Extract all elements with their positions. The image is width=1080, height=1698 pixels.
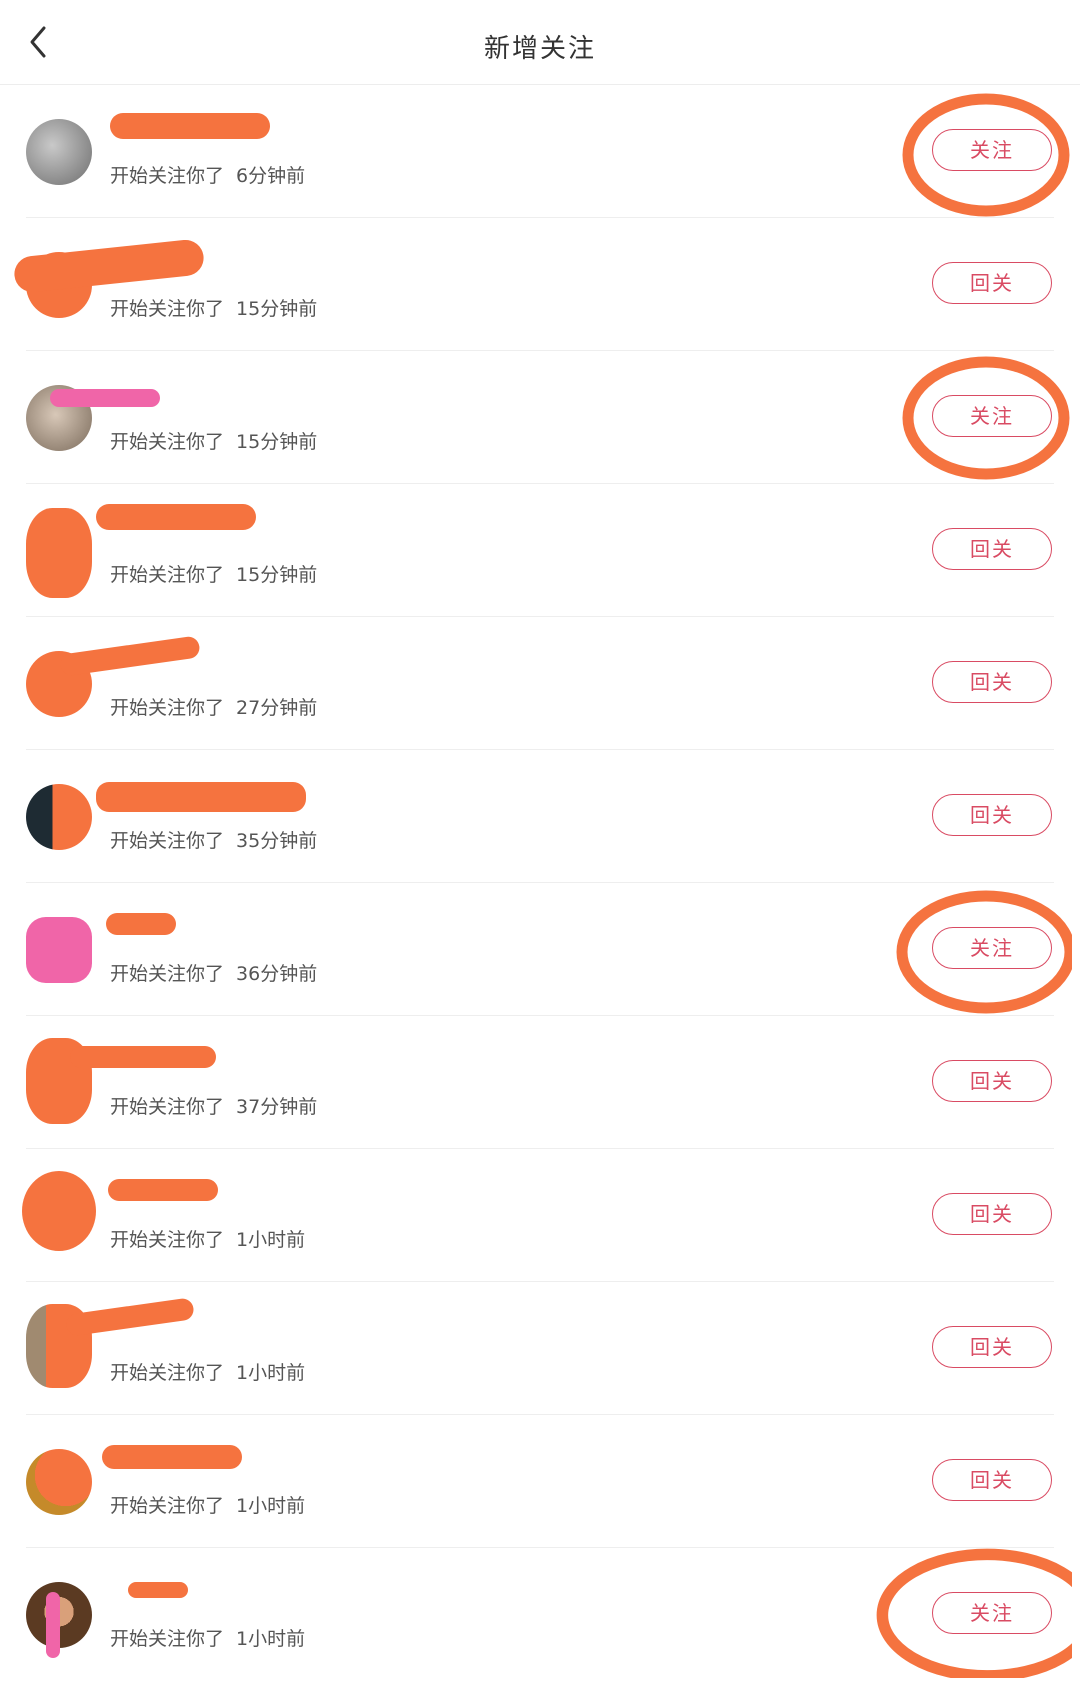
follow-info: 开始关注你了 1小时前: [110, 1225, 305, 1252]
follow-text: 开始关注你了: [110, 1362, 225, 1384]
follow-time: 1小时前: [236, 1362, 306, 1384]
redacted-name: [96, 782, 306, 812]
redacted-name: [102, 1445, 242, 1469]
follow-text: 开始关注你了: [110, 1628, 225, 1650]
avatar[interactable]: [26, 252, 92, 318]
list-item[interactable]: 开始关注你了 36分钟前 关注: [0, 883, 1080, 1016]
follow-info: 开始关注你了 37分钟前: [110, 1092, 317, 1119]
follow-button[interactable]: 关注: [932, 395, 1052, 437]
follower-list: 开始关注你了 6分钟前 关注 开始关注你了 15分钟前 回关 开始关注你了 15分钟前…: [0, 85, 1080, 1681]
follow-time: 1小时前: [236, 1628, 306, 1650]
avatar[interactable]: [26, 1582, 92, 1648]
follow-back-button[interactable]: 回关: [932, 794, 1052, 836]
follow-info: 开始关注你了 1小时前: [110, 1624, 305, 1651]
follow-time: 15分钟前: [236, 298, 318, 320]
avatar[interactable]: [26, 1449, 92, 1515]
follow-time: 36分钟前: [236, 963, 318, 985]
list-item[interactable]: 开始关注你了 1小时前 关注: [0, 1548, 1080, 1681]
redacted-name: [96, 504, 256, 530]
follow-time: 15分钟前: [236, 564, 318, 586]
follow-info: 开始关注你了 6分钟前: [110, 161, 305, 188]
redaction-scribble: [70, 1046, 216, 1068]
follow-time: 37分钟前: [236, 1096, 318, 1118]
follow-time: 6分钟前: [236, 165, 306, 187]
follow-back-button[interactable]: 回关: [932, 661, 1052, 703]
follow-text: 开始关注你了: [110, 963, 225, 985]
follow-back-button[interactable]: 回关: [932, 528, 1052, 570]
follow-text: 开始关注你了: [110, 165, 225, 187]
redacted-name: [128, 1582, 188, 1598]
list-item[interactable]: 开始关注你了 37分钟前 回关: [0, 1016, 1080, 1149]
follow-info: 开始关注你了 36分钟前: [110, 959, 317, 986]
redacted-name: [106, 913, 176, 935]
redacted-name: [108, 1179, 218, 1201]
follow-back-button[interactable]: 回关: [932, 1193, 1052, 1235]
follow-text: 开始关注你了: [110, 1096, 225, 1118]
follow-time: 1小时前: [236, 1229, 306, 1251]
follow-info: 开始关注你了 15分钟前: [110, 560, 317, 587]
list-item[interactable]: 开始关注你了 1小时前 回关: [0, 1282, 1080, 1415]
avatar[interactable]: [26, 508, 92, 598]
list-item[interactable]: 开始关注你了 1小时前 回关: [0, 1415, 1080, 1548]
follow-time: 35分钟前: [236, 830, 318, 852]
follow-info: 开始关注你了 27分钟前: [110, 693, 317, 720]
follow-time: 27分钟前: [236, 697, 318, 719]
follow-back-button[interactable]: 回关: [932, 262, 1052, 304]
follow-time: 1小时前: [236, 1495, 306, 1517]
avatar[interactable]: [22, 1171, 96, 1251]
page-title: 新增关注: [483, 34, 596, 64]
follow-info: 开始关注你了 1小时前: [110, 1358, 305, 1385]
follow-back-button[interactable]: 回关: [932, 1326, 1052, 1368]
avatar[interactable]: [26, 119, 92, 185]
follow-text: 开始关注你了: [110, 564, 225, 586]
follow-info: 开始关注你了 15分钟前: [110, 294, 317, 321]
follow-text: 开始关注你了: [110, 697, 225, 719]
list-item[interactable]: 开始关注你了 35分钟前 回关: [0, 750, 1080, 883]
follow-time: 15分钟前: [236, 431, 318, 453]
avatar[interactable]: [26, 1038, 92, 1124]
follow-back-button[interactable]: 回关: [932, 1060, 1052, 1102]
redacted-name: [50, 389, 160, 407]
avatar[interactable]: [26, 917, 92, 983]
avatar[interactable]: [26, 651, 92, 717]
follow-text: 开始关注你了: [110, 431, 225, 453]
follow-button[interactable]: 关注: [932, 129, 1052, 171]
follow-text: 开始关注你了: [110, 830, 225, 852]
list-item[interactable]: 开始关注你了 15分钟前 回关: [0, 218, 1080, 351]
avatar[interactable]: [26, 1304, 92, 1388]
follow-text: 开始关注你了: [110, 1229, 225, 1251]
list-item[interactable]: 开始关注你了 15分钟前 关注: [0, 351, 1080, 484]
avatar[interactable]: [26, 784, 92, 850]
follow-button[interactable]: 关注: [932, 927, 1052, 969]
follow-back-button[interactable]: 回关: [932, 1459, 1052, 1501]
list-item[interactable]: 开始关注你了 1小时前 回关: [0, 1149, 1080, 1282]
nav-header: 新增关注: [0, 0, 1080, 85]
new-followers-page: 新增关注 开始关注你了 6分钟前 关注 开始关注你了 15分钟前 回关 开始关注你了…: [0, 0, 1080, 1698]
follow-info: 开始关注你了 1小时前: [110, 1491, 305, 1518]
follow-info: 开始关注你了 15分钟前: [110, 427, 317, 454]
list-item[interactable]: 开始关注你了 15分钟前 回关: [0, 484, 1080, 617]
follow-text: 开始关注你了: [110, 1495, 225, 1517]
list-item[interactable]: 开始关注你了 27分钟前 回关: [0, 617, 1080, 750]
follow-button[interactable]: 关注: [932, 1592, 1052, 1634]
redacted-name: [110, 113, 270, 139]
follow-text: 开始关注你了: [110, 298, 225, 320]
follow-info: 开始关注你了 35分钟前: [110, 826, 317, 853]
list-item[interactable]: 开始关注你了 6分钟前 关注: [0, 85, 1080, 218]
